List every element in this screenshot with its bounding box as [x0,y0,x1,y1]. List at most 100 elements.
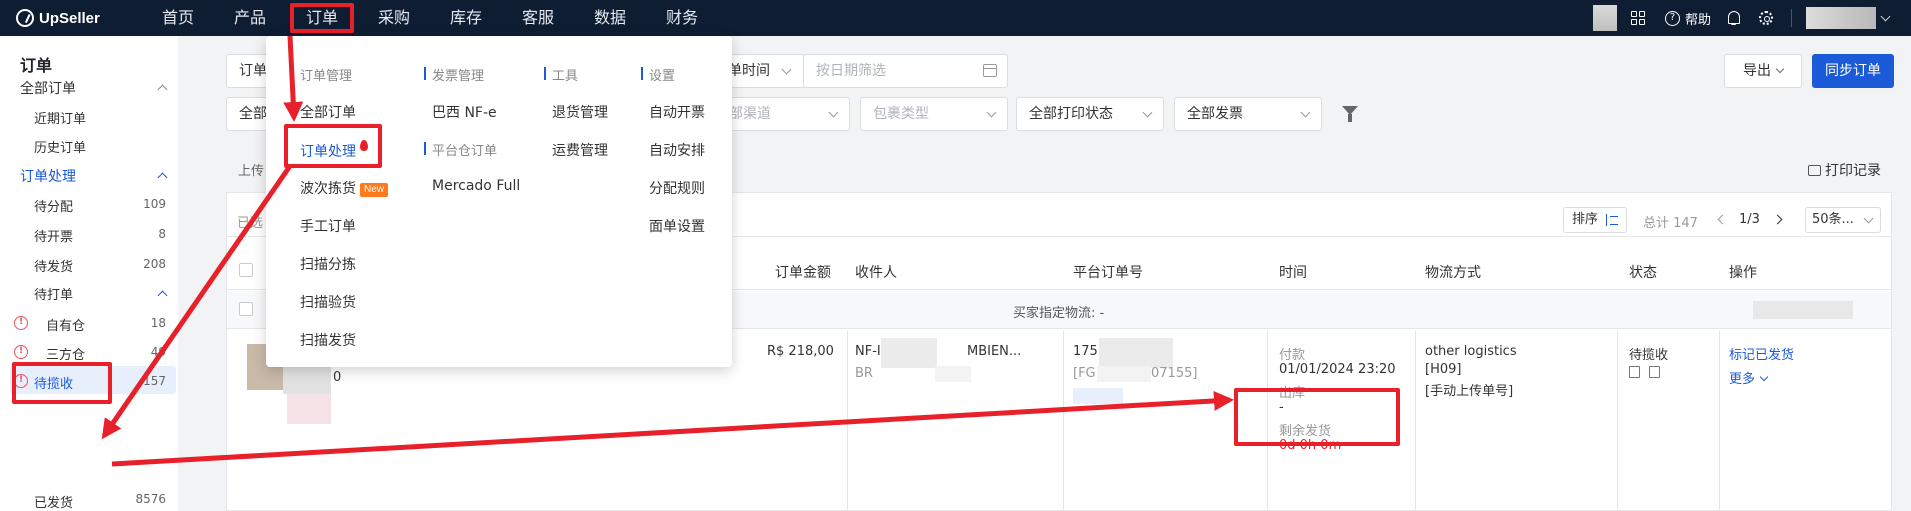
annotation-highlight-box [284,124,382,168]
package-type-label: 包裹类型 [873,106,929,122]
menu-item-mercado-full[interactable]: Mercado Full [432,178,520,194]
sidebar-group-all-orders[interactable]: 全部订单 [20,78,76,98]
menu-item-allocation-rules[interactable]: 分配规则 [649,178,705,198]
nav-inventory[interactable]: 库存 [430,0,502,36]
logistics-note: [手动上传单号] [1425,384,1514,399]
menu-item-all-orders[interactable]: 全部订单 [300,102,356,122]
platform-sub-no-suffix: 07155] [1151,366,1198,381]
chevron-down-icon [781,64,792,75]
more-actions-link[interactable]: 更多 [1729,368,1769,387]
nav-customer-service[interactable]: 客服 [502,0,574,36]
sidebar-item-third-warehouse[interactable]: 三方仓 [46,344,85,363]
print-status-select[interactable]: 全部打印状态 [1016,97,1164,131]
platform-sub-no-prefix: [FG [1073,366,1096,381]
more-label: 更多 [1729,372,1756,387]
menu-item-label-settings[interactable]: 面单设置 [649,216,705,236]
brand-logo[interactable]: UpSeller [16,9,126,27]
chevron-down-icon [1300,107,1311,118]
sidebar-title: 订单 [20,56,53,75]
note-icon[interactable] [1649,366,1660,378]
chevron-up-icon[interactable] [157,290,168,301]
menu-item-auto-arrange[interactable]: 自动安排 [649,140,705,160]
menu-item-scan-verify[interactable]: 扫描验货 [300,292,356,312]
sidebar-item-recent[interactable]: 近期订单 [34,108,86,127]
nav-products[interactable]: 产品 [214,0,286,36]
select-all-checkbox[interactable] [239,263,253,277]
gear-icon[interactable] [1759,11,1773,25]
chevron-left-icon[interactable] [1717,214,1728,225]
date-filter-placeholder: 按日期筛选 [816,63,886,79]
upload-tab[interactable]: 上传 [238,160,264,179]
redacted-block [287,394,331,424]
time-pay-label: 付款 [1279,348,1306,363]
chevron-up-icon[interactable] [157,172,168,183]
chevron-up-icon[interactable] [157,84,168,95]
help-button[interactable]: ? 帮助 [1664,9,1711,28]
nav-purchase[interactable]: 采购 [358,0,430,36]
sync-orders-button[interactable]: 同步订单 [1812,54,1894,88]
count-badge: 157 [143,374,166,388]
menu-item-wave-picking[interactable]: 波次拣货 New [300,178,389,198]
warning-icon: ! [14,316,28,330]
chevron-down-icon [828,107,839,118]
export-button[interactable]: 导出 [1724,54,1802,88]
col-status: 状态 [1629,265,1657,281]
menu-item-scan-sort[interactable]: 扫描分拣 [300,254,356,274]
sort-icon [1606,214,1618,226]
order-amount: R$ 218,00 [767,344,834,359]
date-filter-input[interactable]: 按日期筛选 [803,54,1008,88]
user-account[interactable] [1806,7,1876,29]
sidebar-item-own-warehouse[interactable]: 自有仓 [46,315,85,334]
count-badge: 8 [158,227,166,241]
mark-shipped-link[interactable]: 标记已发货 [1729,344,1794,363]
print-log-link[interactable]: 打印记录 [1808,160,1881,180]
nav-orders[interactable]: 订单 [286,0,358,36]
annotation-highlight-box [1234,388,1400,446]
count-badge: 49 [150,345,166,359]
sidebar-item-to-allocate[interactable]: 待分配 [34,196,73,215]
chevron-down-icon[interactable] [1880,11,1891,21]
chevron-right-icon[interactable] [1772,214,1783,225]
package-type-select[interactable]: 包裹类型 [860,97,1008,131]
chevron-down-icon [986,107,997,118]
group-checkbox[interactable] [239,302,253,316]
col-platform-no: 平台订单号 [1073,265,1143,281]
nav-finance[interactable]: 财务 [646,0,718,36]
invoice-select[interactable]: 全部发票 [1174,97,1322,131]
channel-label: 部渠道 [729,106,771,122]
menu-item-returns[interactable]: 退货管理 [552,102,608,122]
sort-button[interactable]: 排序 [1563,207,1627,233]
shop-avatar[interactable] [1592,5,1617,31]
divider [847,330,848,511]
menu-item-scan-ship[interactable]: 扫描发货 [300,330,356,350]
filter-funnel-icon[interactable] [1342,106,1358,122]
menu-item-auto-invoice[interactable]: 自动开票 [649,102,705,122]
menu-item-label: 波次拣货 [300,181,356,197]
chevron-down-icon [1863,213,1874,224]
sidebar-item-to-invoice[interactable]: 待开票 [34,226,73,245]
recipient-name-a: NF-I [855,344,881,359]
logistics-method: other logistics [1425,344,1517,359]
sidebar-item-to-print[interactable]: 待打单 [34,284,73,303]
chevron-down-icon [1142,107,1153,118]
sidebar-item-shipped[interactable]: 已发货 [34,492,73,511]
per-page-select[interactable]: 50条... [1805,207,1881,233]
document-icon[interactable] [1629,366,1640,378]
sidebar-item-to-ship[interactable]: 待发货 [34,256,73,275]
nav-data[interactable]: 数据 [574,0,646,36]
apps-grid-icon[interactable] [1630,11,1645,25]
platform-tag [1073,388,1123,404]
platform-order-no[interactable]: 175 [1073,344,1098,359]
divider [1719,330,1720,511]
nav-home[interactable]: 首页 [142,0,214,36]
menu-item-brazil-nfe[interactable]: 巴西 NF-e [432,102,497,122]
redacted-block [1099,338,1173,368]
bell-icon[interactable] [1727,10,1741,26]
menu-item-shipping-fee[interactable]: 运费管理 [552,140,608,160]
sidebar-group-processing[interactable]: 订单处理 [20,166,76,186]
redacted-block [1753,301,1853,319]
menu-item-manual-order[interactable]: 手工订单 [300,216,356,236]
sidebar-item-history[interactable]: 历史订单 [34,137,86,156]
redacted-block [1097,366,1151,382]
nav-right-tools: ? 帮助 [1592,0,1911,36]
